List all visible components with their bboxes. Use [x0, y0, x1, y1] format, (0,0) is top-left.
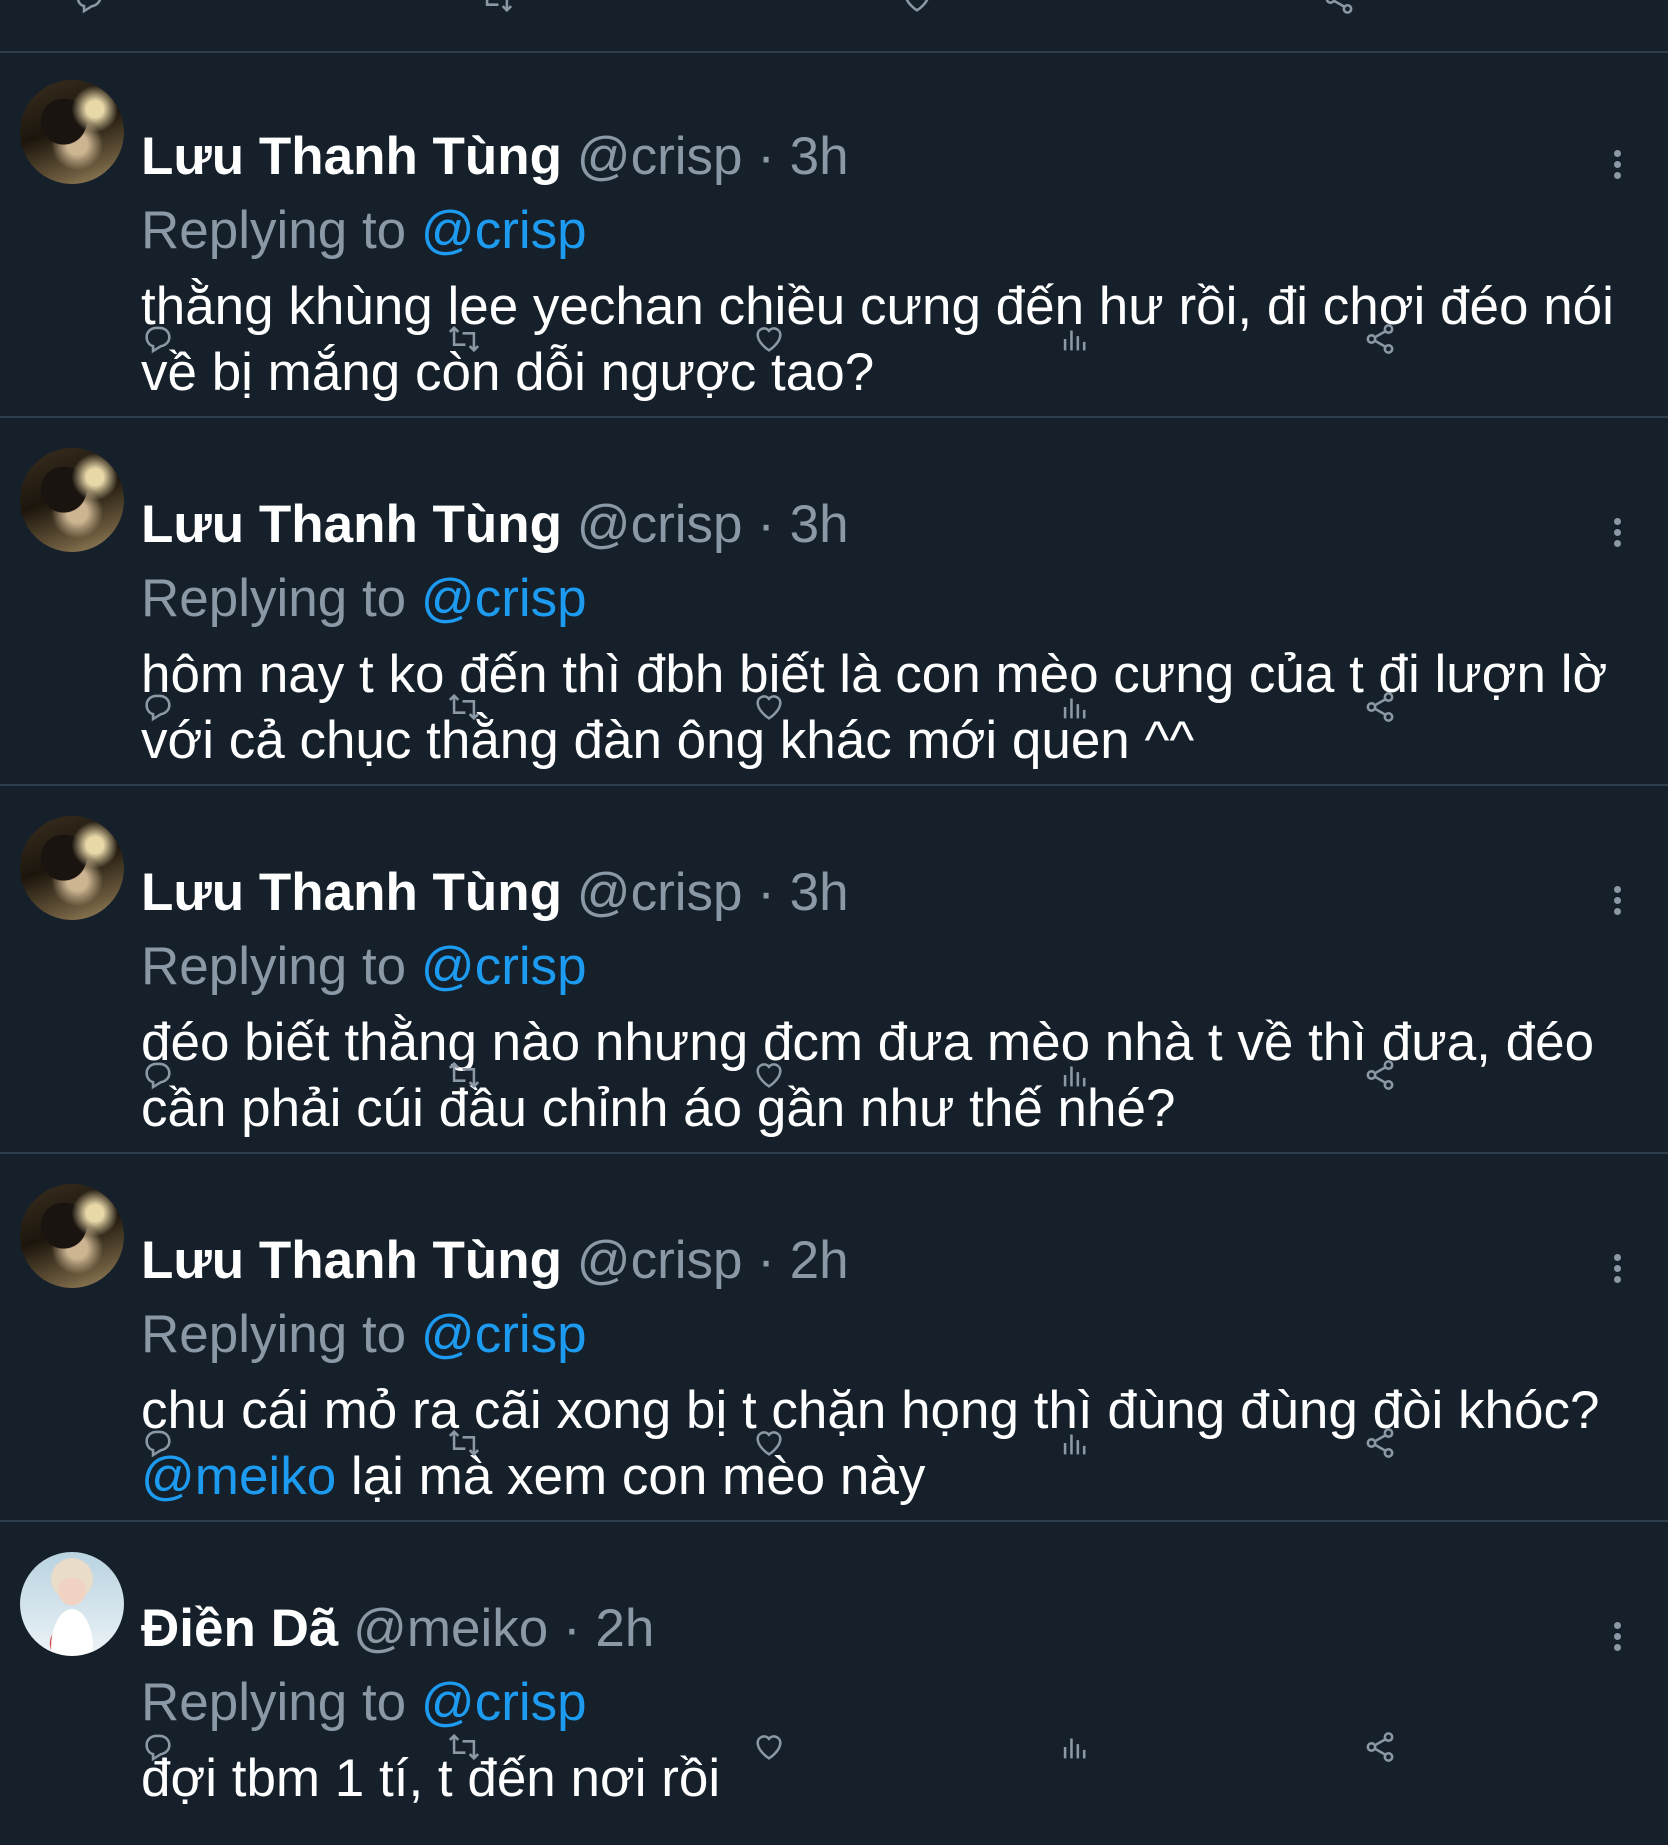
share-icon[interactable]	[1363, 322, 1397, 356]
replying-to: Replying to @crisp	[141, 940, 587, 993]
display-name[interactable]: Lưu Thanh Tùng	[141, 863, 562, 922]
tweet-actions	[0, 322, 1668, 362]
display-name[interactable]: Lưu Thanh Tùng	[141, 495, 562, 554]
more-icon[interactable]	[1610, 1254, 1624, 1286]
share-icon[interactable]	[1363, 690, 1397, 724]
replying-to-mention[interactable]: @crisp	[421, 201, 587, 260]
replying-to-label: Replying to	[141, 201, 407, 260]
tweet[interactable]: Điền Dã @meiko · 2h Replying to @crisp đ…	[0, 1524, 1668, 1845]
more-icon[interactable]	[1610, 150, 1624, 182]
share-icon[interactable]	[1363, 1058, 1397, 1092]
retweet-icon[interactable]	[447, 1730, 481, 1764]
tweet-actions	[0, 690, 1668, 730]
separator: ·	[757, 863, 775, 922]
replying-to-mention[interactable]: @crisp	[421, 1673, 587, 1732]
replying-to-label: Replying to	[141, 1305, 407, 1364]
previous-tweet-actions	[0, 0, 1668, 53]
reply-icon[interactable]	[141, 322, 175, 356]
share-icon[interactable]	[1363, 1426, 1397, 1460]
avatar[interactable]	[20, 816, 124, 920]
replying-to-label: Replying to	[141, 937, 407, 996]
avatar[interactable]	[20, 1184, 124, 1288]
heart-icon[interactable]	[752, 1426, 786, 1460]
replying-to-label: Replying to	[141, 569, 407, 628]
reply-icon[interactable]	[141, 690, 175, 724]
tweet-actions	[0, 1058, 1668, 1098]
display-name[interactable]: Điền Dã	[141, 1599, 338, 1658]
more-icon[interactable]	[1610, 886, 1624, 918]
heart-icon[interactable]	[752, 1730, 786, 1764]
replying-to: Replying to @crisp	[141, 1676, 587, 1729]
replying-to-mention[interactable]: @crisp	[421, 569, 587, 628]
avatar[interactable]	[20, 448, 124, 552]
user-handle[interactable]: @meiko	[353, 1599, 548, 1658]
separator: ·	[562, 1599, 581, 1658]
heart-icon[interactable]	[752, 322, 786, 356]
replying-to-mention[interactable]: @crisp	[421, 1305, 587, 1364]
retweet-icon[interactable]	[447, 322, 481, 356]
more-icon[interactable]	[1610, 518, 1624, 550]
timestamp[interactable]: 3h	[790, 495, 849, 554]
views-icon[interactable]	[1058, 690, 1092, 724]
separator: ·	[757, 127, 775, 186]
user-handle[interactable]: @crisp	[577, 863, 743, 922]
retweet-icon[interactable]	[480, 0, 514, 16]
user-handle[interactable]: @crisp	[577, 127, 743, 186]
share-icon[interactable]	[1322, 0, 1356, 16]
display-name[interactable]: Lưu Thanh Tùng	[141, 1231, 562, 1290]
reply-icon[interactable]	[141, 1730, 175, 1764]
share-icon[interactable]	[1363, 1730, 1397, 1764]
heart-icon[interactable]	[752, 1058, 786, 1092]
avatar[interactable]	[20, 80, 124, 184]
retweet-icon[interactable]	[447, 1426, 481, 1460]
timestamp[interactable]: 3h	[790, 127, 849, 186]
tweet-header: Lưu Thanh Tùng @crisp · 3h	[141, 130, 849, 183]
user-handle[interactable]: @crisp	[577, 1231, 743, 1290]
timestamp[interactable]: 2h	[595, 1599, 654, 1658]
replying-to: Replying to @crisp	[141, 1308, 587, 1361]
replying-to-mention[interactable]: @crisp	[421, 937, 587, 996]
separator: ·	[757, 1231, 775, 1290]
replying-to: Replying to @crisp	[141, 572, 587, 625]
views-icon[interactable]	[1058, 1730, 1092, 1764]
heart-icon[interactable]	[752, 690, 786, 724]
tweet[interactable]: Lưu Thanh Tùng @crisp · 2h Replying to @…	[0, 1156, 1668, 1522]
reply-icon[interactable]	[141, 1426, 175, 1460]
timestamp[interactable]: 2h	[790, 1231, 849, 1290]
reply-icon[interactable]	[141, 1058, 175, 1092]
tweet-actions	[0, 1730, 1668, 1770]
tweet-header: Lưu Thanh Tùng @crisp · 3h	[141, 498, 849, 551]
timeline: Lưu Thanh Tùng @crisp · 3h Replying to @…	[0, 0, 1668, 1845]
user-handle[interactable]: @crisp	[577, 495, 743, 554]
replying-to-label: Replying to	[141, 1673, 407, 1732]
heart-icon[interactable]	[900, 0, 934, 16]
reply-icon[interactable]	[72, 0, 106, 16]
retweet-icon[interactable]	[447, 1058, 481, 1092]
tweet-actions	[0, 1426, 1668, 1466]
display-name[interactable]: Lưu Thanh Tùng	[141, 127, 562, 186]
tweet-header: Lưu Thanh Tùng @crisp · 3h	[141, 866, 849, 919]
replying-to: Replying to @crisp	[141, 204, 587, 257]
avatar[interactable]	[20, 1552, 124, 1656]
retweet-icon[interactable]	[447, 690, 481, 724]
views-icon[interactable]	[1058, 322, 1092, 356]
separator: ·	[757, 495, 775, 554]
timestamp[interactable]: 3h	[790, 863, 849, 922]
tweet[interactable]: Lưu Thanh Tùng @crisp · 3h Replying to @…	[0, 788, 1668, 1154]
tweet[interactable]: Lưu Thanh Tùng @crisp · 3h Replying to @…	[0, 420, 1668, 786]
more-icon[interactable]	[1610, 1622, 1624, 1654]
views-icon[interactable]	[1058, 1058, 1092, 1092]
views-icon[interactable]	[1058, 1426, 1092, 1460]
tweet[interactable]: Lưu Thanh Tùng @crisp · 3h Replying to @…	[0, 52, 1668, 418]
tweet-header: Lưu Thanh Tùng @crisp · 2h	[141, 1234, 849, 1287]
tweet-header: Điền Dã @meiko · 2h	[141, 1602, 654, 1655]
